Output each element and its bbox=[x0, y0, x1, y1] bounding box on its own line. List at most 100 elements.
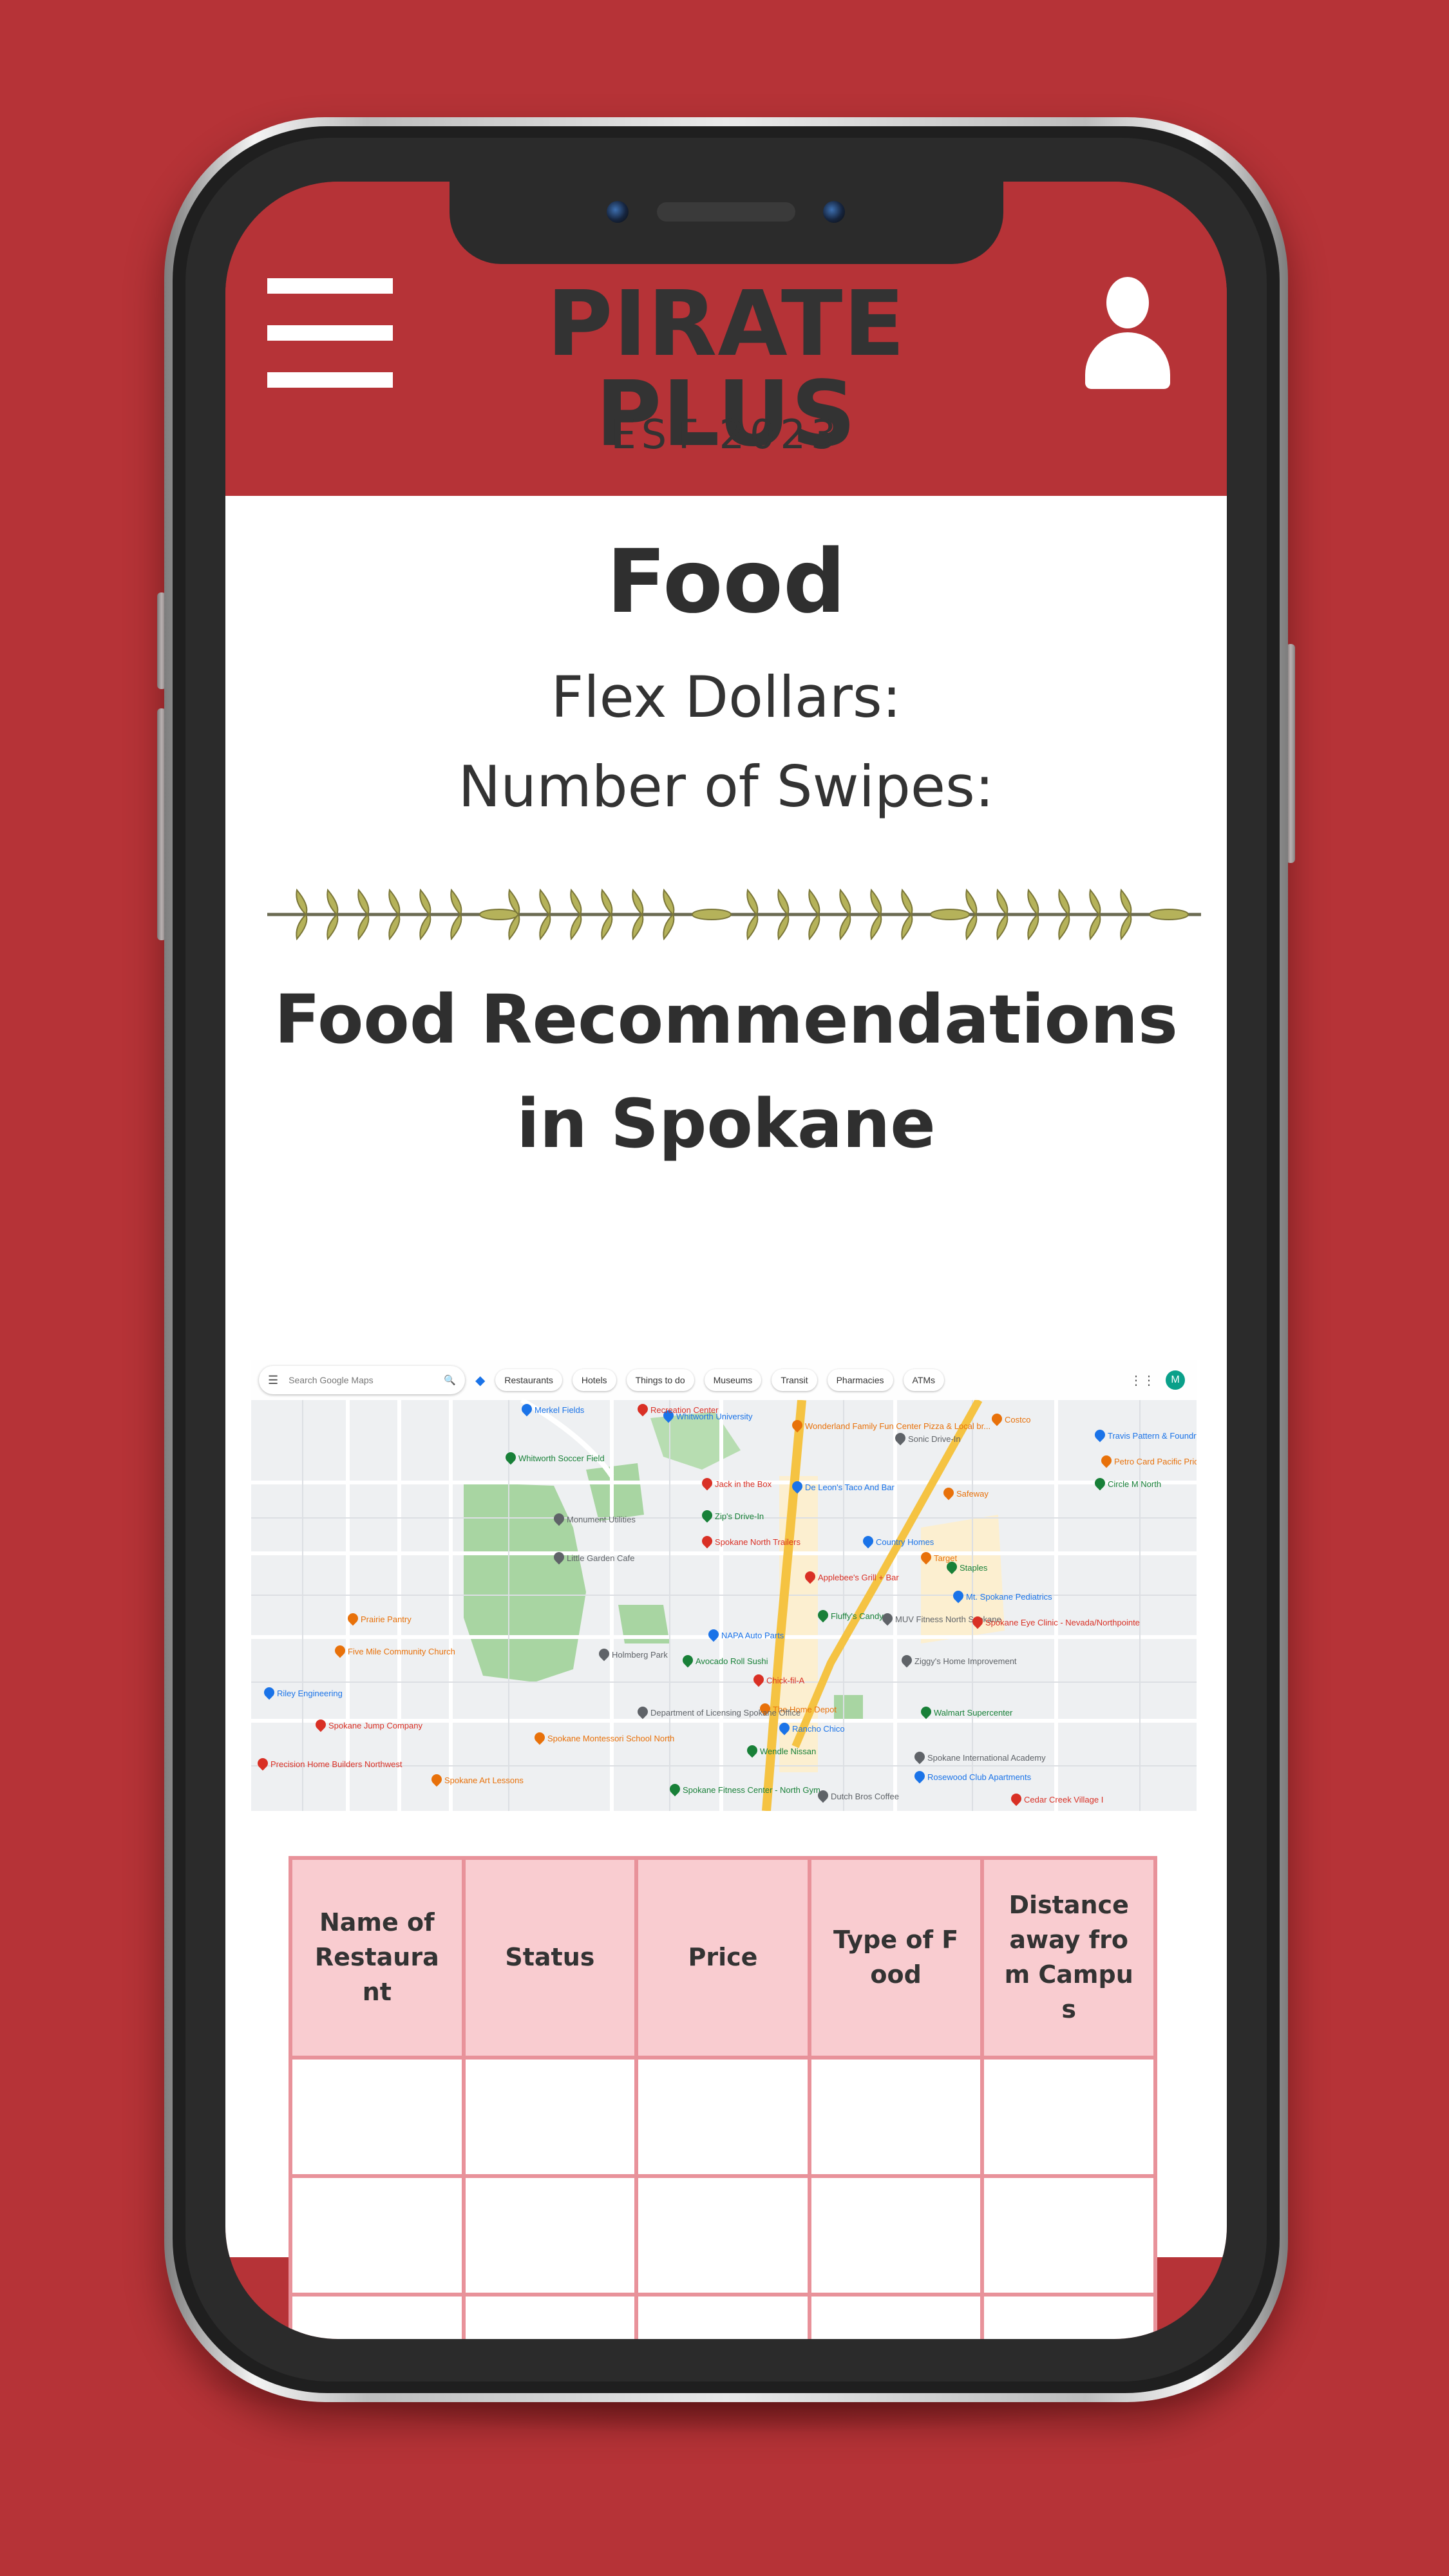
map-place-label[interactable]: Little Garden Cafe bbox=[567, 1553, 635, 1563]
chip-transit[interactable]: Transit bbox=[772, 1369, 817, 1391]
table-cell[interactable] bbox=[634, 2174, 811, 2297]
earpiece-speaker bbox=[657, 202, 795, 222]
recommendations-table: Name of Restaurant Status Price Type of … bbox=[289, 1856, 1157, 2339]
map-place-label[interactable]: Chick-fil-A bbox=[766, 1676, 804, 1685]
map-place-label[interactable]: Rosewood Club Apartments bbox=[927, 1772, 1031, 1782]
map-place-label[interactable]: Spokane Art Lessons bbox=[444, 1776, 524, 1785]
map-search-placeholder: Search Google Maps bbox=[289, 1375, 374, 1385]
column-header-status: Status bbox=[461, 1856, 639, 2060]
flex-dollars-label: Flex Dollars: bbox=[551, 664, 902, 730]
table-cell[interactable] bbox=[461, 2056, 639, 2178]
table-row bbox=[289, 2056, 1157, 2178]
map-search-input[interactable]: ☰ Search Google Maps 🔍 bbox=[259, 1366, 465, 1394]
table-cell[interactable] bbox=[807, 2056, 985, 2178]
map-place-label[interactable]: Spokane Montessori School North bbox=[547, 1734, 674, 1743]
face-sensor bbox=[823, 201, 845, 223]
map-place-label[interactable]: Wendle Nissan bbox=[760, 1747, 816, 1756]
table-row bbox=[289, 2293, 1157, 2339]
map-place-label[interactable]: Dutch Bros Coffee bbox=[831, 1792, 899, 1801]
table-cell[interactable] bbox=[980, 2056, 1157, 2178]
map-place-label[interactable]: Riley Engineering bbox=[277, 1689, 343, 1698]
laurel-divider bbox=[267, 888, 1201, 941]
table-cell[interactable] bbox=[634, 2293, 811, 2339]
column-header-distance: Distance away from Campus bbox=[980, 1856, 1157, 2060]
map-place-label[interactable]: NAPA Auto Parts bbox=[721, 1631, 784, 1640]
table-cell[interactable] bbox=[289, 2293, 466, 2339]
page-title: Food bbox=[606, 531, 846, 633]
table-cell[interactable] bbox=[807, 2293, 985, 2339]
map-place-label[interactable]: Wonderland Family Fun Center Pizza & Loc… bbox=[805, 1421, 990, 1431]
map-place-label[interactable]: Safeway bbox=[956, 1489, 989, 1499]
table-cell[interactable] bbox=[980, 2174, 1157, 2297]
map-place-label[interactable]: Merkel Fields bbox=[535, 1405, 584, 1415]
food-page: Food Flex Dollars: Number of Swipes: Foo… bbox=[225, 496, 1227, 2339]
column-header-price: Price bbox=[634, 1856, 811, 2060]
map-place-label[interactable]: Monument Utilities bbox=[567, 1515, 636, 1524]
map-place-label[interactable]: Walmart Supercenter bbox=[934, 1708, 1012, 1718]
map-place-label[interactable]: Spokane International Academy bbox=[927, 1753, 1046, 1763]
map-place-label[interactable]: Spokane Fitness Center - North Gym bbox=[683, 1785, 820, 1795]
apps-grid-icon[interactable]: ⋮⋮ bbox=[1130, 1372, 1155, 1388]
map-place-label[interactable]: Staples bbox=[960, 1563, 987, 1573]
table-header-row: Name of Restaurant Status Price Type of … bbox=[289, 1856, 1157, 2060]
map-place-label[interactable]: Petro Card Pacific Pride bbox=[1114, 1457, 1197, 1466]
map-place-label[interactable]: Applebee's Grill + Bar bbox=[818, 1573, 899, 1582]
map-place-label[interactable]: Cedar Creek Village I bbox=[1024, 1795, 1103, 1804]
chip-hotels[interactable]: Hotels bbox=[572, 1369, 616, 1391]
chip-restaurants[interactable]: Restaurants bbox=[495, 1369, 562, 1391]
brand-tagline: EST 2023 bbox=[611, 411, 842, 458]
map-place-label[interactable]: Recreation Center bbox=[650, 1405, 719, 1415]
phone-notch bbox=[450, 182, 1003, 264]
map-place-label[interactable]: Avocado Roll Sushi bbox=[696, 1656, 768, 1666]
table-cell[interactable] bbox=[289, 2056, 466, 2178]
table-cell[interactable] bbox=[807, 2174, 985, 2297]
map-place-label[interactable]: Jack in the Box bbox=[715, 1479, 772, 1489]
map-place-label[interactable]: Precision Home Builders Northwest bbox=[270, 1759, 402, 1769]
column-header-name: Name of Restaurant bbox=[289, 1856, 466, 2060]
chip-atms[interactable]: ATMs bbox=[903, 1369, 945, 1391]
chip-pharmacies[interactable]: Pharmacies bbox=[827, 1369, 893, 1391]
map-place-label[interactable]: Prairie Pantry bbox=[361, 1615, 412, 1624]
map-place-label[interactable]: Holmberg Park bbox=[612, 1650, 668, 1660]
search-icon[interactable]: 🔍 bbox=[444, 1374, 456, 1386]
column-header-type: Type of Food bbox=[807, 1856, 985, 2060]
hamburger-menu-icon[interactable] bbox=[267, 278, 393, 388]
phone-screen: PIRATE PLUS EST 2023 Food Flex Dollars: … bbox=[225, 182, 1227, 2339]
chip-things-to-do[interactable]: Things to do bbox=[626, 1369, 694, 1391]
map-place-label[interactable]: Five Mile Community Church bbox=[348, 1647, 455, 1656]
map-place-label[interactable]: Travis Pattern & Foundry bbox=[1108, 1431, 1197, 1441]
front-camera bbox=[607, 201, 629, 223]
map-place-label[interactable]: Fluffy's Candy bbox=[831, 1611, 884, 1621]
table-row bbox=[289, 2174, 1157, 2297]
map-place-label[interactable]: Department of Licensing Spokane Office bbox=[650, 1708, 800, 1718]
map-place-label[interactable]: Whitworth Soccer Field bbox=[518, 1454, 605, 1463]
map-place-label[interactable]: Spokane Eye Clinic - Nevada/Northpointe bbox=[985, 1618, 1140, 1627]
map-place-label[interactable]: Spokane North Trailers bbox=[715, 1537, 800, 1547]
menu-icon[interactable]: ☰ bbox=[268, 1374, 278, 1387]
table-cell[interactable] bbox=[461, 2174, 639, 2297]
map-place-label[interactable]: Rancho Chico bbox=[792, 1724, 845, 1734]
map-place-label[interactable]: Zip's Drive-In bbox=[715, 1511, 764, 1521]
table-cell[interactable] bbox=[980, 2293, 1157, 2339]
table-cell[interactable] bbox=[461, 2293, 639, 2339]
map-toolbar: ☰ Search Google Maps 🔍 ◆ Restaurants Hot… bbox=[251, 1360, 1197, 1400]
user-avatar-icon[interactable] bbox=[1082, 277, 1172, 393]
recommendations-table-wrap: Name of Restaurant Status Price Type of … bbox=[289, 1856, 1157, 2339]
map-place-label[interactable]: Country Homes bbox=[876, 1537, 934, 1547]
map-place-label[interactable]: Spokane Jump Company bbox=[328, 1721, 422, 1730]
map-place-label[interactable]: Mt. Spokane Pediatrics bbox=[966, 1592, 1052, 1602]
map-place-label[interactable]: De Leon's Taco And Bar bbox=[805, 1482, 895, 1492]
map-place-label[interactable]: Circle M North bbox=[1108, 1479, 1161, 1489]
map-place-label[interactable]: Ziggy's Home Improvement bbox=[914, 1656, 1017, 1666]
table-cell[interactable] bbox=[289, 2174, 466, 2297]
recommendations-title: Food Recommendations in Spokane bbox=[274, 980, 1178, 1163]
account-avatar[interactable]: M bbox=[1166, 1370, 1185, 1390]
map-place-label[interactable]: Costco bbox=[1005, 1415, 1030, 1425]
swipes-label: Number of Swipes: bbox=[458, 753, 994, 820]
directions-icon[interactable]: ◆ bbox=[475, 1372, 485, 1388]
map-canvas bbox=[251, 1360, 1197, 1811]
chip-museums[interactable]: Museums bbox=[704, 1369, 762, 1391]
map-embed[interactable]: ☰ Search Google Maps 🔍 ◆ Restaurants Hot… bbox=[251, 1360, 1197, 1811]
table-cell[interactable] bbox=[634, 2056, 811, 2178]
map-place-label[interactable]: Sonic Drive-In bbox=[908, 1434, 961, 1444]
